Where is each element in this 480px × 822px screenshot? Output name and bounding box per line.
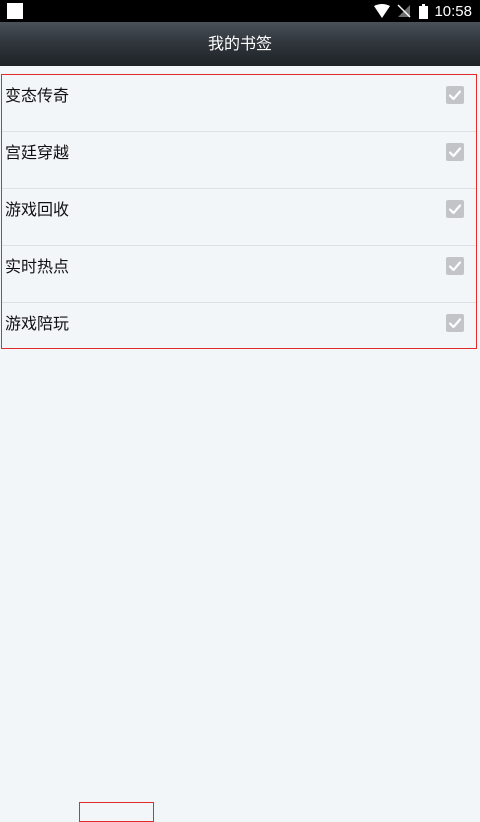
checkmark-icon [448, 261, 462, 272]
bookmark-checkbox[interactable] [446, 314, 464, 332]
bookmark-label: 游戏陪玩 [5, 314, 70, 333]
checkmark-icon [448, 147, 462, 158]
checkmark-icon [448, 318, 462, 329]
bookmark-row[interactable]: 宫廷穿越 [2, 132, 476, 189]
battery-icon [419, 3, 429, 19]
bookmark-row[interactable]: 实时热点 [2, 246, 476, 303]
status-icons: 10:58 [374, 0, 472, 22]
clock: 10:58 [434, 2, 472, 20]
bookmark-label: 实时热点 [5, 257, 70, 276]
app-bar: 我的书签 [0, 22, 480, 66]
bookmark-checkbox[interactable] [446, 257, 464, 275]
checkmark-icon [448, 90, 462, 101]
bottom-highlight-box [79, 802, 154, 822]
notification-icon [7, 3, 23, 19]
status-bar: 10:58 [0, 0, 480, 22]
bookmark-checkbox[interactable] [446, 86, 464, 104]
wifi-icon [374, 4, 391, 18]
bookmark-row[interactable]: 游戏陪玩 [2, 303, 476, 360]
no-signal-icon [397, 4, 411, 18]
bookmark-label: 宫廷穿越 [5, 143, 70, 162]
page-title: 我的书签 [207, 34, 272, 53]
bookmark-row[interactable]: 变态传奇 [2, 75, 476, 132]
bookmark-checkbox[interactable] [446, 143, 464, 161]
bookmark-checkbox[interactable] [446, 200, 464, 218]
bookmark-label: 变态传奇 [5, 86, 70, 105]
bookmark-list: 变态传奇 宫廷穿越 游戏回收 实时热点 游戏陪玩 [1, 74, 477, 349]
bookmark-label: 游戏回收 [5, 200, 70, 219]
bookmark-row[interactable]: 游戏回收 [2, 189, 476, 246]
checkmark-icon [448, 204, 462, 215]
